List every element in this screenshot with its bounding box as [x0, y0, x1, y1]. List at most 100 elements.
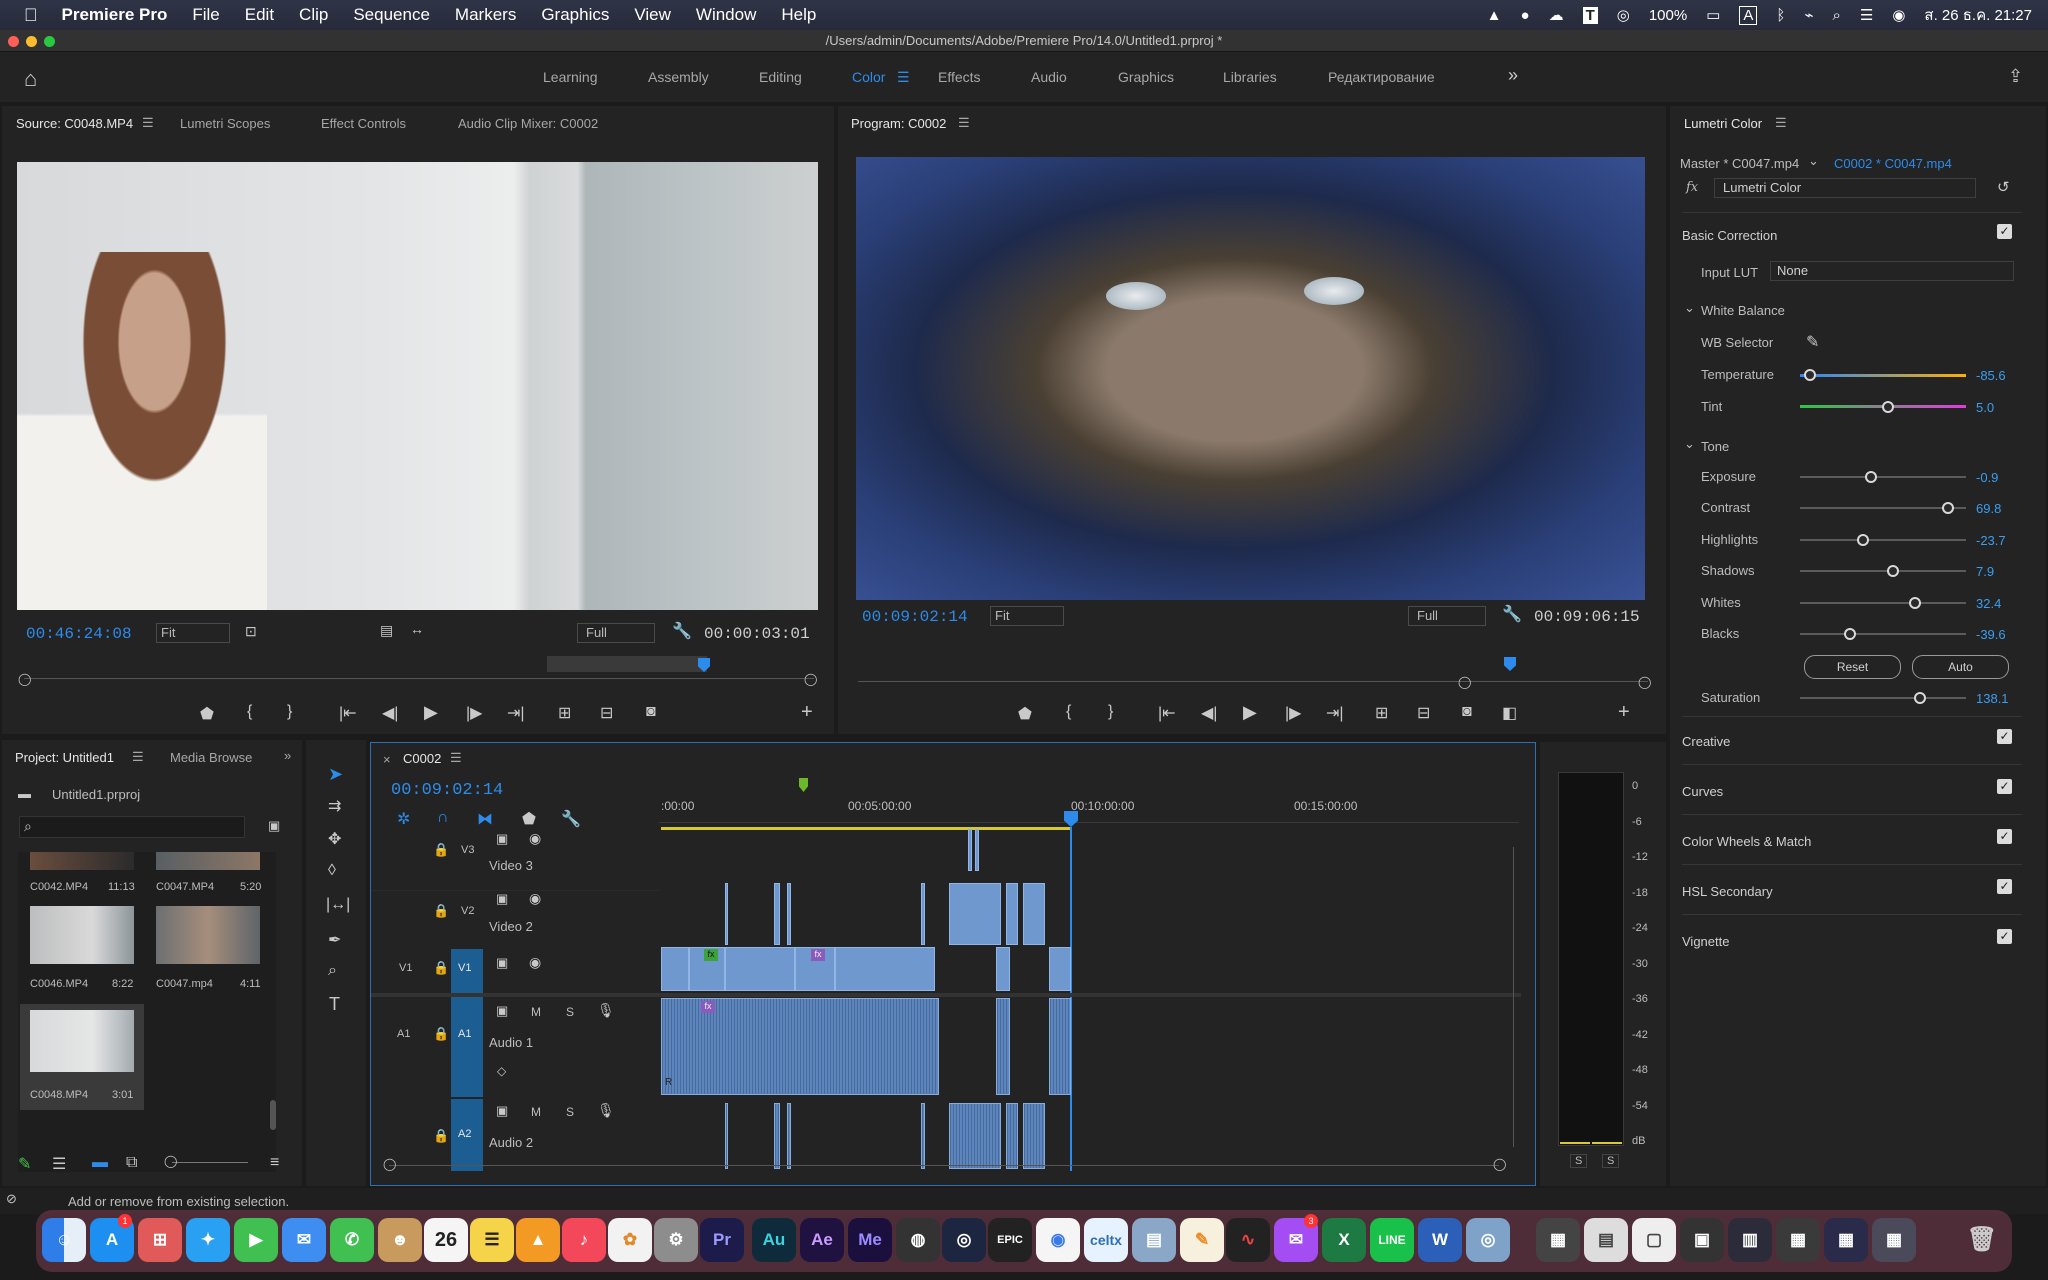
track-select-tool-icon[interactable]: ⇉: [328, 796, 341, 816]
system-preferences-icon[interactable]: ⚙: [654, 1218, 698, 1262]
meter-solo-left[interactable]: S: [1570, 1154, 1588, 1168]
vlc-icon[interactable]: ▲: [1487, 7, 1502, 24]
menu-view[interactable]: View: [634, 5, 671, 25]
clip-v2[interactable]: [921, 883, 925, 945]
after-effects-icon[interactable]: Ae: [800, 1218, 844, 1262]
temperature-track[interactable]: [1800, 374, 1966, 377]
vignette-header[interactable]: Vignette: [1682, 934, 1729, 949]
timeline-settings-icon[interactable]: 🔧: [561, 809, 581, 829]
recent-stack-2[interactable]: ▤: [1584, 1218, 1628, 1262]
clip-v3[interactable]: [975, 829, 979, 871]
solo-button[interactable]: S: [566, 1105, 574, 1119]
clip-v3[interactable]: [968, 829, 972, 871]
panel-overflow-icon[interactable]: »: [284, 748, 291, 763]
program-wrench-icon[interactable]: 🔧: [1502, 604, 1522, 624]
clip-v2[interactable]: [1023, 883, 1045, 945]
solo-button[interactable]: S: [566, 1005, 574, 1019]
menu-edit[interactable]: Edit: [245, 5, 274, 25]
highlights-slider-knob[interactable]: [1857, 534, 1870, 546]
program-fit-dropdown[interactable]: Fit: [990, 606, 1064, 626]
timeline-close-icon[interactable]: ×: [383, 752, 391, 767]
workspace-overflow-button[interactable]: »: [1508, 65, 1518, 86]
tab-effect-controls[interactable]: Effect Controls: [321, 116, 406, 131]
reset-effect-icon[interactable]: ↺: [1997, 178, 2010, 196]
lock-icon[interactable]: 🔒: [433, 903, 449, 919]
temperature-value[interactable]: -85.6: [1976, 368, 2006, 383]
menu-sequence[interactable]: Sequence: [353, 5, 430, 25]
lumetri-master-chevron-icon[interactable]: ⌄: [1808, 153, 1819, 169]
keyframe-nav-icon[interactable]: ◇: [497, 1064, 506, 1078]
minimize-window-button[interactable]: [26, 36, 37, 47]
text-icon[interactable]: T: [1582, 6, 1598, 24]
tint-value[interactable]: 5.0: [1976, 400, 1994, 415]
lock-icon[interactable]: 🔒: [433, 1026, 449, 1042]
button-editor-icon[interactable]: +: [801, 701, 813, 724]
curves-header[interactable]: Curves: [1682, 784, 1723, 799]
toggle-sync-icon[interactable]: ▣: [496, 955, 508, 971]
tone-reset-button[interactable]: Reset: [1804, 655, 1901, 679]
clip-v2[interactable]: [725, 883, 728, 945]
program-playhead[interactable]: [1504, 657, 1516, 671]
clip-v1[interactable]: [835, 947, 935, 991]
finder-icon[interactable]: ☺: [42, 1218, 86, 1262]
messages-icon[interactable]: ✆: [330, 1218, 374, 1262]
control-center-icon[interactable]: ☰: [1860, 6, 1873, 24]
workspace-tab-learning[interactable]: Learning: [543, 69, 598, 85]
workspace-tab-color[interactable]: Color: [852, 69, 885, 85]
creative-checkbox[interactable]: ✓: [1997, 729, 2012, 744]
time-ruler[interactable]: [659, 773, 1519, 823]
vignette-checkbox[interactable]: ✓: [1997, 929, 2012, 944]
program-step-back-icon[interactable]: ◀|: [1201, 703, 1217, 723]
white-balance-chevron-icon[interactable]: ⌄: [1684, 300, 1695, 316]
workspace-menu-icon[interactable]: ☰: [897, 69, 910, 86]
pencil-icon[interactable]: ✎: [18, 1154, 31, 1174]
facetime-icon[interactable]: ▶: [234, 1218, 278, 1262]
source-scrub-bar[interactable]: [24, 678, 814, 679]
exposure-value[interactable]: -0.9: [1976, 470, 1998, 485]
share-icon[interactable]: ⇪: [2008, 66, 2023, 87]
exposure-track[interactable]: [1800, 476, 1966, 478]
media-encoder-icon[interactable]: Me: [848, 1218, 892, 1262]
contrast-value[interactable]: 69.8: [1976, 501, 2001, 516]
hsl-secondary-header[interactable]: HSL Secondary: [1682, 884, 1773, 899]
workspace-tab-assembly[interactable]: Assembly: [648, 69, 709, 85]
tab-project[interactable]: Project: Untitled1: [15, 750, 114, 765]
highlights-value[interactable]: -23.7: [1976, 533, 2006, 548]
program-step-forward-icon[interactable]: |▶: [1285, 703, 1301, 723]
comparison-view-icon[interactable]: ◧: [1502, 703, 1517, 723]
source-zoom-left-handle[interactable]: ◯: [18, 672, 31, 686]
clip-v1[interactable]: [661, 947, 689, 991]
timeline-playhead[interactable]: [1064, 811, 1078, 827]
audio-clip-a2[interactable]: [949, 1103, 1001, 1169]
program-menu-icon[interactable]: ☰: [958, 115, 970, 131]
tab-audio-clip-mixer[interactable]: Audio Clip Mixer: C0002: [458, 116, 598, 131]
home-icon[interactable]: ⌂: [24, 66, 37, 92]
voice-memos-icon[interactable]: ∿: [1226, 1218, 1270, 1262]
saturation-slider-knob[interactable]: [1913, 692, 1926, 704]
eye-icon[interactable]: ◉: [529, 954, 541, 971]
premiere-pro-icon[interactable]: Pr: [700, 1218, 744, 1262]
lift-icon[interactable]: ⊞: [1375, 703, 1388, 723]
audio-clip-a1[interactable]: [1049, 998, 1071, 1095]
audio-clip-a2[interactable]: [921, 1103, 925, 1169]
search-icon[interactable]: ⌕: [1832, 7, 1840, 24]
line-icon[interactable]: LINE: [1370, 1218, 1414, 1262]
basic-correction-checkbox[interactable]: ✓: [1997, 224, 2012, 239]
tint-slider-knob[interactable]: [1881, 401, 1894, 413]
input-source-icon[interactable]: A: [1739, 5, 1758, 25]
program-add-marker-icon[interactable]: ⬟: [1018, 704, 1032, 724]
clip-v2[interactable]: [774, 883, 780, 945]
program-play-icon[interactable]: ▶: [1243, 702, 1257, 723]
clip-thumbnail[interactable]: [30, 1010, 134, 1072]
calendar-icon[interactable]: 26: [424, 1218, 468, 1262]
clip-thumbnail[interactable]: [156, 906, 260, 964]
voiceover-mic-icon[interactable]: 🎙: [597, 1102, 615, 1119]
celtx-icon[interactable]: celtx: [1084, 1218, 1128, 1262]
lock-icon[interactable]: 🔒: [433, 1128, 449, 1144]
voiceover-mic-icon[interactable]: 🎙: [597, 1002, 615, 1019]
menu-file[interactable]: File: [192, 5, 219, 25]
blacks-value[interactable]: -39.6: [1976, 627, 2006, 642]
freeform-view-icon[interactable]: ⧉: [126, 1154, 137, 1172]
audio-clip-a2[interactable]: [1023, 1103, 1045, 1169]
chrome-icon[interactable]: ◉: [1036, 1218, 1080, 1262]
